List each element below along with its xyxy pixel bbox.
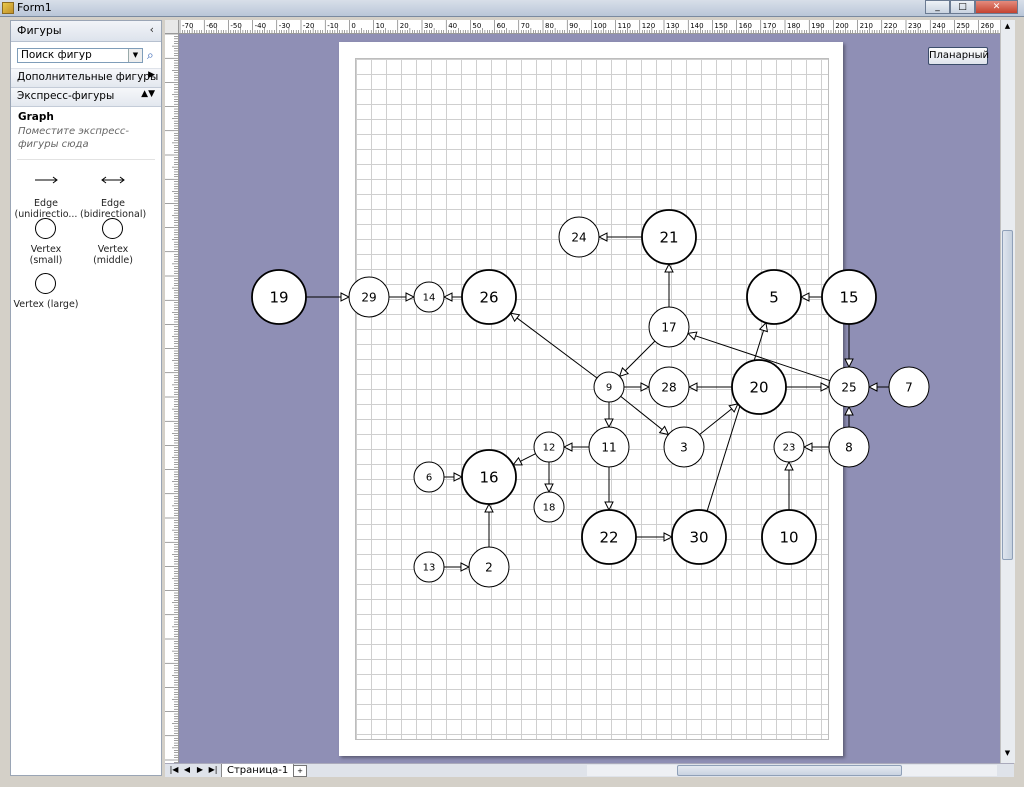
vertex-label: 24	[571, 230, 586, 244]
vertex-24[interactable]: 24	[558, 216, 600, 258]
vertex-23[interactable]: 23	[773, 431, 805, 463]
vertex-8[interactable]: 8	[828, 426, 870, 468]
scroll-down-icon[interactable]: ▼	[1002, 749, 1013, 761]
vertex-28[interactable]: 28	[648, 366, 690, 408]
vertex-label: 22	[599, 528, 618, 546]
vertex-15[interactable]: 15	[821, 269, 877, 325]
vertex-label: 23	[783, 443, 796, 454]
vertex-label: 25	[841, 380, 856, 394]
edge-17-9[interactable]	[620, 340, 656, 376]
vertex-label: 11	[601, 440, 616, 454]
vertex-label: 7	[905, 380, 913, 394]
graph-diagram: 19 29 14 2624 21175 159 28 20 25 712 11 3 23 86 161822…	[251, 209, 930, 588]
last-page-icon[interactable]: ▶|	[207, 765, 219, 774]
vertex-label: 3	[680, 440, 688, 454]
vertex-14[interactable]: 14	[413, 281, 445, 313]
vertex-label: 20	[749, 378, 768, 396]
vertex-label: 30	[689, 528, 708, 546]
edge-30-5[interactable]	[706, 323, 766, 512]
vertex-30[interactable]: 30	[671, 509, 727, 565]
vertex-17[interactable]: 17	[648, 306, 690, 348]
vertex-label: 28	[661, 380, 676, 394]
edge-9-26[interactable]	[511, 313, 598, 379]
next-page-icon[interactable]: ▶	[194, 765, 206, 774]
vertex-label: 21	[659, 228, 678, 246]
vertex-26[interactable]: 26	[461, 269, 517, 325]
vertex-6[interactable]: 6	[413, 461, 445, 493]
horizontal-scrollbar[interactable]	[587, 765, 997, 776]
vertex-7[interactable]: 7	[888, 366, 930, 408]
vertex-label: 16	[479, 468, 498, 486]
vertex-label: 10	[779, 528, 798, 546]
vertex-label: 14	[423, 293, 436, 304]
vertex-13[interactable]: 13	[413, 551, 445, 583]
vertex-label: 2	[485, 560, 493, 574]
vertex-11[interactable]: 11	[588, 426, 630, 468]
planar-button[interactable]: Планарный	[928, 47, 989, 65]
vertex-20[interactable]: 20	[731, 359, 787, 415]
vertex-10[interactable]: 10	[761, 509, 817, 565]
vertex-5[interactable]: 5	[746, 269, 802, 325]
vertex-label: 19	[269, 288, 288, 306]
vertex-3[interactable]: 3	[663, 426, 705, 468]
status-strip	[0, 777, 1024, 787]
prev-page-icon[interactable]: ◀	[181, 765, 193, 774]
vertex-29[interactable]: 29	[348, 276, 390, 318]
tab-page-1[interactable]: Страница-1	[221, 764, 295, 778]
add-page-icon[interactable]: +	[293, 765, 307, 777]
vertex-label: 8	[845, 440, 853, 454]
vertex-label: 5	[769, 288, 779, 306]
vertex-22[interactable]: 22	[581, 509, 637, 565]
vertex-label: 12	[543, 443, 556, 454]
vertex-label: 9	[606, 383, 612, 394]
vertex-16[interactable]: 16	[461, 449, 517, 505]
edge-12-16[interactable]	[513, 453, 536, 465]
vertex-label: 6	[426, 473, 432, 484]
vertex-label: 13	[423, 563, 436, 574]
scroll-up-icon[interactable]: ▲	[1002, 22, 1013, 34]
vertex-label: 29	[361, 290, 376, 304]
vertical-scroll-thumb[interactable]	[1002, 230, 1013, 560]
vertical-scrollbar[interactable]: ▲ ▼	[1000, 20, 1015, 763]
vertex-label: 26	[479, 288, 498, 306]
vertex-9[interactable]: 9	[593, 371, 625, 403]
vertex-12[interactable]: 12	[533, 431, 565, 463]
page-navigation-bar: |◀ ◀ ▶ ▶| Страница-1 +	[165, 763, 1014, 778]
horizontal-scroll-thumb[interactable]	[677, 765, 902, 776]
vertex-2[interactable]: 2	[468, 546, 510, 588]
vertex-label: 18	[543, 503, 556, 514]
vertex-18[interactable]: 18	[533, 491, 565, 523]
vertex-21[interactable]: 21	[641, 209, 697, 265]
vertex-label: 17	[661, 320, 676, 334]
vertex-19[interactable]: 19	[251, 269, 307, 325]
vertex-25[interactable]: 25	[828, 366, 870, 408]
vertex-label: 15	[839, 288, 858, 306]
first-page-icon[interactable]: |◀	[168, 765, 180, 774]
